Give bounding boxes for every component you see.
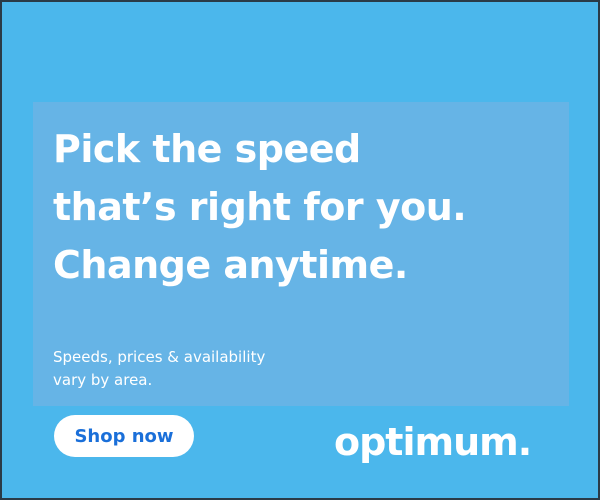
headline-line: Pick the speed [53, 127, 361, 171]
headline: Pick the speed that’s right for you. Cha… [53, 120, 467, 294]
ad-banner[interactable]: Pick the speed that’s right for you. Cha… [0, 0, 600, 500]
message-panel: Pick the speed that’s right for you. Cha… [33, 102, 569, 406]
disclaimer-line: vary by area. [53, 371, 153, 389]
optimum-logo[interactable]: optimum. [334, 420, 532, 464]
headline-line: that’s right for you. [53, 185, 467, 229]
disclaimer: Speeds, prices & availability vary by ar… [53, 346, 265, 392]
disclaimer-line: Speeds, prices & availability [53, 348, 266, 366]
shop-now-button[interactable]: Shop now [54, 415, 194, 457]
headline-line: Change anytime. [53, 243, 408, 287]
